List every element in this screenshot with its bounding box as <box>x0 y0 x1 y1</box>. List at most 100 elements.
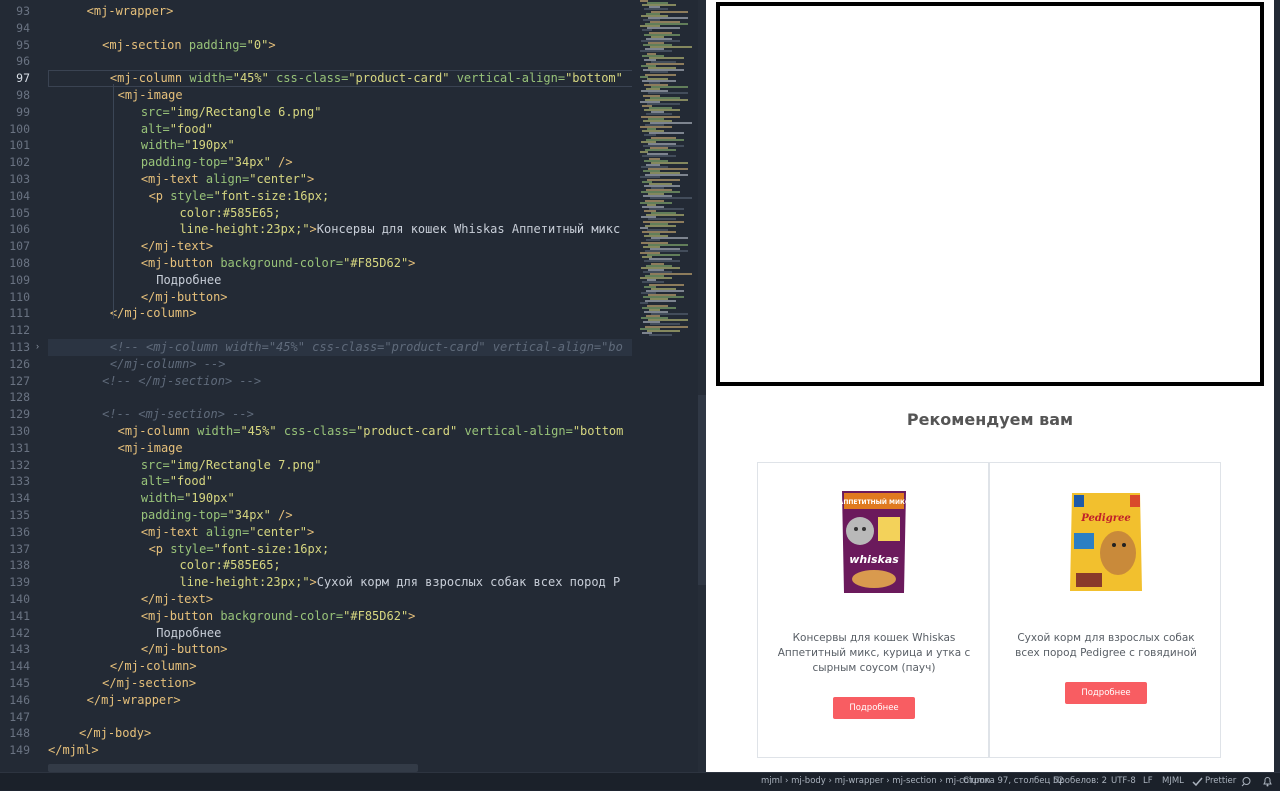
code-line[interactable]: <mj-text align="center"> <box>141 171 314 188</box>
status-bar: mjml › mj-body › mj-wrapper › mj-section… <box>0 772 1280 790</box>
status-breadcrumb[interactable]: mjml › mj-body › mj-wrapper › mj-section… <box>761 773 990 791</box>
code-line[interactable]: <!-- </mj-section> --> <box>102 373 261 390</box>
code-line[interactable]: line-height:23px;">Сухой корм для взросл… <box>180 574 621 591</box>
code-line[interactable]: <mj-button background-color="#F85D62"> <box>141 608 416 625</box>
code-line[interactable]: <!-- <mj-column width="45%" css-class="p… <box>110 339 623 356</box>
editor-vertical-scrollbar[interactable] <box>698 0 706 772</box>
line-number: 133 <box>9 474 30 489</box>
status-language[interactable]: MJML <box>1162 773 1184 791</box>
code-area[interactable]: <mj-wrapper> <mj-section padding="0"> <mj-… <box>48 0 632 772</box>
code-line[interactable]: <mj-button background-color="#F85D62"> <box>141 255 416 272</box>
code-token-attr: src= <box>140 457 170 472</box>
code-token-attr: alt= <box>140 121 170 136</box>
code-line[interactable]: color:#585E65; <box>180 205 281 222</box>
code-token-tag: </mj-button> <box>140 642 228 657</box>
line-number: 102 <box>9 155 30 170</box>
code-line[interactable]: width="190px" <box>141 137 235 154</box>
status-encoding[interactable]: UTF-8 <box>1111 773 1136 791</box>
line-number: 145 <box>9 676 30 690</box>
code-token-txt: Подробнее <box>156 625 222 640</box>
code-token-attr: style= <box>170 541 214 556</box>
line-number: 103 <box>9 172 30 186</box>
code-line[interactable]: <mj-image <box>118 87 183 104</box>
code-editor[interactable]: 93 94 95 96 97 98 99 100 101 102 103 104 105 106 107 10… <box>0 0 706 772</box>
code-line[interactable]: </mjml> <box>48 742 99 759</box>
code-token-tag: > <box>307 172 315 186</box>
status-cursor-position[interactable]: Строка 97, столбец 52 <box>963 773 1064 791</box>
code-token-tag: <mj-column <box>117 424 198 438</box>
details-button[interactable]: Подробнее <box>1065 682 1147 704</box>
code-token-str: "font-size:16px; <box>213 541 330 556</box>
code-line[interactable]: padding-top="34px" /> <box>141 154 293 171</box>
code-token-cmt: </mj-column> --> <box>109 356 226 371</box>
code-line[interactable]: <mj-column width="45%" css-class="produc… <box>118 423 624 440</box>
code-line[interactable]: <mj-column width="45%" css-class="produc… <box>110 70 623 87</box>
code-line[interactable]: padding-top="34px" /> <box>141 507 293 524</box>
minimap-line <box>645 224 676 227</box>
email-preview-pane: Рекомендуем вам АППЕТИТНЫЙ МИКС whiskas … <box>706 0 1274 772</box>
code-line[interactable]: src="img/Rectangle 7.png" <box>141 457 322 474</box>
line-number: 105 <box>9 205 30 220</box>
code-token-str: "45%" <box>240 424 284 438</box>
line-number: 140 <box>9 592 30 606</box>
status-formatter[interactable]: Prettier <box>1205 773 1236 791</box>
code-token-str: "font-size:16px; <box>213 188 330 203</box>
minimap-line <box>640 201 672 204</box>
code-line[interactable]: alt="food" <box>141 121 213 138</box>
fold-chevron-icon[interactable]: › <box>36 341 39 351</box>
code-line[interactable]: </mj-wrapper> <box>87 692 181 709</box>
code-token-str: "0" <box>246 37 269 52</box>
code-token-tag: /> <box>278 508 293 522</box>
code-line[interactable]: <mj-text align="center"> <box>141 524 314 541</box>
scrollbar-thumb[interactable] <box>698 395 706 585</box>
details-button[interactable]: Подробнее <box>833 697 915 719</box>
svg-text:Pedigree: Pedigree <box>1080 513 1130 524</box>
status-indentation[interactable]: Пробелов: 2 <box>1053 773 1107 791</box>
code-line[interactable]: </mj-body> <box>79 725 151 742</box>
window-edge <box>1274 0 1280 772</box>
bell-icon[interactable] <box>1262 776 1273 787</box>
code-line[interactable]: </mj-text> <box>141 238 213 255</box>
product-card: АППЕТИТНЫЙ МИКС whiskas Консервы для кош… <box>757 462 989 758</box>
code-line[interactable]: width="190px" <box>141 490 235 507</box>
code-line[interactable]: </mj-button> <box>141 289 228 306</box>
code-line[interactable]: </mj-column> <box>110 305 197 322</box>
minimap[interactable] <box>640 0 698 340</box>
code-line[interactable]: alt="food" <box>141 473 213 490</box>
whiskas-pouch-image: АППЕТИТНЫЙ МИКС whiskas <box>839 491 910 593</box>
minimap-line <box>640 277 672 280</box>
code-token-str: "bottom <box>572 424 624 438</box>
code-line[interactable]: color:#585E65; <box>180 557 281 574</box>
code-line[interactable]: Подробнее <box>156 272 221 289</box>
code-line[interactable]: <mj-wrapper> <box>87 3 174 20</box>
code-line[interactable]: <p style="font-size:16px; <box>149 188 330 205</box>
line-number: 95 <box>16 37 30 52</box>
line-number: 97 <box>16 71 30 86</box>
code-token-tag: </mjml> <box>48 743 99 758</box>
code-line[interactable]: Подробнее <box>156 625 221 642</box>
code-token-tag: <mj-button <box>140 256 221 270</box>
code-line[interactable]: </mj-column> --> <box>110 356 226 373</box>
code-line[interactable]: line-height:23px;">Консервы для кошек Wh… <box>180 221 621 238</box>
code-line[interactable]: <mj-section padding="0"> <box>102 37 275 54</box>
line-number: 138 <box>9 558 30 573</box>
editor-horizontal-scrollbar[interactable] <box>48 764 418 772</box>
code-line[interactable]: </mj-button> <box>141 641 228 658</box>
code-token-attr: padding-top= <box>140 155 228 170</box>
line-number: 146 <box>9 692 30 707</box>
code-line[interactable]: <mj-image <box>118 440 183 457</box>
code-line[interactable]: <!-- <mj-section> --> <box>102 406 254 423</box>
code-line[interactable]: src="img/Rectangle 6.png" <box>141 104 322 121</box>
status-eol[interactable]: LF <box>1143 773 1153 791</box>
feedback-icon[interactable] <box>1241 776 1252 787</box>
code-token-tag: > <box>309 222 317 237</box>
code-line[interactable]: </mj-text> <box>141 591 213 608</box>
code-line[interactable]: </mj-column> <box>110 658 197 675</box>
code-line[interactable]: </mj-section> <box>102 675 196 692</box>
product-card: Pedigree Сухой корм для взрослых собак в… <box>989 462 1221 758</box>
code-token-txt: Консервы для кошек Whiskas Аппетитный ми… <box>316 222 621 237</box>
code-token-str: "img/Rectangle 7.png" <box>169 457 322 472</box>
line-number: 131 <box>9 440 30 455</box>
code-token-tag: </mj-column> <box>109 306 197 321</box>
code-line[interactable]: <p style="font-size:16px; <box>149 541 330 558</box>
